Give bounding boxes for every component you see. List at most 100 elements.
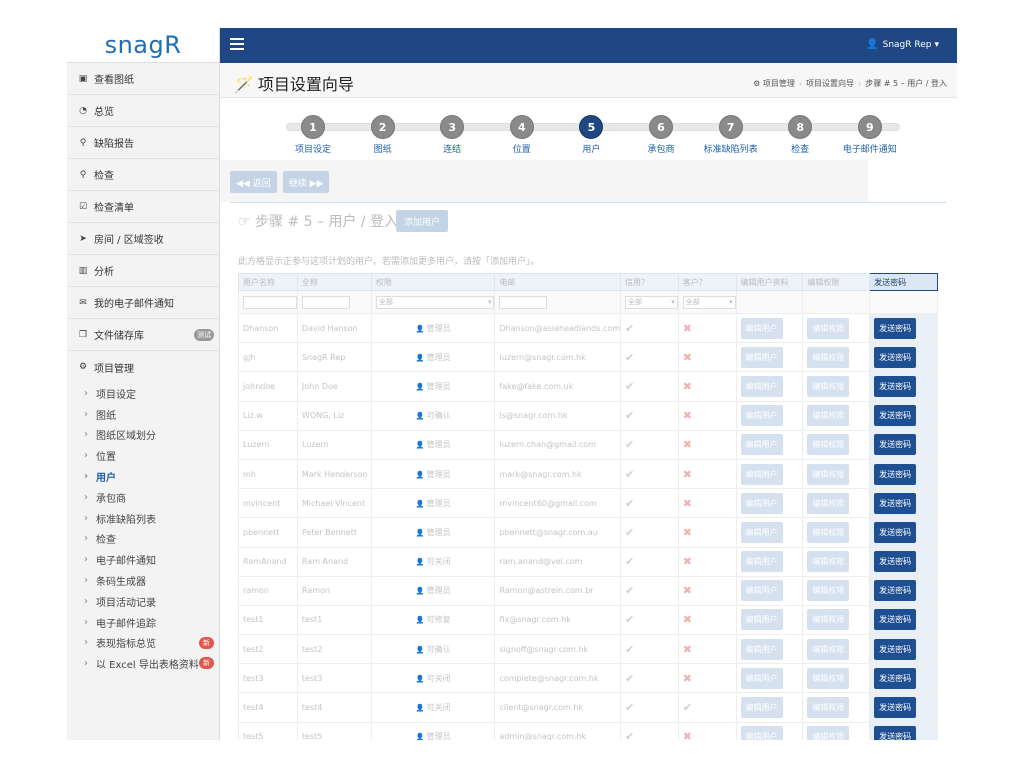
column-header[interactable]: 客户？ bbox=[677, 273, 737, 291]
edit-user-button[interactable]: 编辑用户 bbox=[740, 434, 783, 456]
edit-user-button[interactable]: 编辑用户 bbox=[740, 726, 783, 740]
sidebar-item[interactable]: ⚲ 检查 bbox=[67, 159, 219, 191]
edit-user-button[interactable]: 编辑用户 bbox=[740, 375, 783, 397]
wizard-step[interactable]: 3 连结 bbox=[412, 115, 492, 155]
wizard-step[interactable]: 6 承包商 bbox=[621, 115, 701, 155]
sidebar-subitem[interactable]: › 表现指标总览 新 bbox=[77, 633, 219, 654]
sidebar-item[interactable]: ◔ 总览 bbox=[67, 95, 219, 127]
edit-user-button[interactable]: 编辑用户 bbox=[740, 638, 783, 660]
sidebar-subitem[interactable]: › 条码生成器 bbox=[77, 570, 219, 591]
edit-user-button[interactable]: 编辑用户 bbox=[740, 346, 783, 368]
edit-user-button[interactable]: 编辑用户 bbox=[740, 405, 783, 427]
edit-permission-button[interactable]: 编辑权限 bbox=[807, 726, 850, 740]
send-password-button[interactable]: 发送密码 bbox=[874, 492, 917, 514]
column-header[interactable]: 编辑权限 bbox=[802, 273, 871, 291]
edit-user-button[interactable]: 编辑用户 bbox=[740, 521, 783, 543]
edit-permission-button[interactable]: 编辑权限 bbox=[807, 638, 850, 660]
send-password-button[interactable]: 发送密码 bbox=[874, 405, 917, 427]
edit-permission-button[interactable]: 编辑权限 bbox=[807, 697, 850, 719]
edit-permission-button[interactable]: 编辑权限 bbox=[807, 463, 850, 485]
send-password-button[interactable]: 发送密码 bbox=[874, 726, 917, 740]
sidebar-subitem[interactable]: › 图纸区域划分 bbox=[77, 425, 219, 446]
column-header[interactable]: 用户名称 bbox=[238, 273, 298, 291]
sidebar-subitem[interactable]: › 项目活动记录 bbox=[77, 591, 219, 612]
wizard-step[interactable]: 2 图纸 bbox=[343, 115, 423, 155]
edit-permission-button[interactable]: 编辑权限 bbox=[807, 580, 850, 602]
next-button[interactable]: 继续 ▶▶ bbox=[282, 171, 330, 193]
filter-role-select[interactable]: 全部 ▾ bbox=[375, 295, 494, 309]
column-header[interactable]: 权限 bbox=[370, 273, 496, 291]
sidebar-item[interactable]: ▥ 分析 bbox=[67, 255, 219, 287]
column-header[interactable]: 电邮 bbox=[494, 273, 622, 291]
edit-permission-button[interactable]: 编辑权限 bbox=[807, 434, 850, 456]
wizard-step[interactable]: 5 用户 bbox=[551, 115, 631, 155]
send-password-button[interactable]: 发送密码 bbox=[874, 667, 917, 689]
logo[interactable]: snagR bbox=[67, 28, 219, 63]
edit-permission-button[interactable]: 编辑权限 bbox=[807, 609, 850, 631]
sidebar-item[interactable]: ▣ 查看图纸 bbox=[67, 63, 219, 95]
send-password-button[interactable]: 发送密码 bbox=[874, 697, 917, 719]
edit-user-button[interactable]: 编辑用户 bbox=[740, 492, 783, 514]
filter-credit-select[interactable]: 全部 ▾ bbox=[625, 295, 678, 309]
sidebar-subitem[interactable]: › 用户 bbox=[77, 466, 219, 487]
edit-user-button[interactable]: 编辑用户 bbox=[740, 317, 783, 339]
sidebar-subitem[interactable]: › 电子邮件通知 bbox=[77, 549, 219, 570]
send-password-button[interactable]: 发送密码 bbox=[874, 346, 917, 368]
column-header[interactable]: 发送密码 bbox=[869, 273, 938, 291]
column-header[interactable]: 全称 bbox=[296, 273, 372, 291]
sidebar-item[interactable]: ⚲ 缺陷报告 bbox=[67, 127, 219, 159]
sidebar-subitem[interactable]: › 项目设定 bbox=[77, 383, 219, 404]
send-password-button[interactable]: 发送密码 bbox=[874, 638, 917, 660]
edit-permission-button[interactable]: 编辑权限 bbox=[807, 317, 850, 339]
sidebar-subitem[interactable]: › 位置 bbox=[77, 445, 219, 466]
send-password-button[interactable]: 发送密码 bbox=[874, 609, 917, 631]
filter-fullname-input[interactable] bbox=[301, 295, 350, 309]
edit-permission-button[interactable]: 编辑权限 bbox=[807, 667, 850, 689]
edit-user-button[interactable]: 编辑用户 bbox=[740, 551, 783, 573]
sidebar-item[interactable]: ✉ 我的电子邮件通知 bbox=[67, 287, 219, 319]
breadcrumb-item[interactable]: 项目管理 bbox=[763, 79, 795, 88]
add-user-button[interactable]: 添加用户 bbox=[396, 210, 449, 232]
sidebar-item[interactable]: ➤ 房间 / 区域签收 bbox=[67, 223, 219, 255]
send-password-button[interactable]: 发送密码 bbox=[874, 434, 917, 456]
sidebar-subitem[interactable]: › 图纸 bbox=[77, 404, 219, 425]
column-header[interactable]: 信用？ bbox=[620, 273, 679, 291]
edit-permission-button[interactable]: 编辑权限 bbox=[807, 346, 850, 368]
edit-user-button[interactable]: 编辑用户 bbox=[740, 667, 783, 689]
edit-permission-button[interactable]: 编辑权限 bbox=[807, 551, 850, 573]
edit-user-button[interactable]: 编辑用户 bbox=[740, 609, 783, 631]
sidebar-subitem[interactable]: › 检查 bbox=[77, 529, 219, 550]
send-password-button[interactable]: 发送密码 bbox=[874, 521, 917, 543]
edit-user-button[interactable]: 编辑用户 bbox=[740, 697, 783, 719]
wizard-step[interactable]: 4 位置 bbox=[482, 115, 562, 155]
edit-permission-button[interactable]: 编辑权限 bbox=[807, 405, 850, 427]
user-menu[interactable]: 👤 SnagR Rep ▾ bbox=[866, 39, 939, 50]
filter-email-input[interactable] bbox=[499, 295, 548, 309]
edit-permission-button[interactable]: 编辑权限 bbox=[807, 521, 850, 543]
filter-client-select[interactable]: 全部 ▾ bbox=[682, 295, 736, 309]
send-password-button[interactable]: 发送密码 bbox=[874, 551, 917, 573]
send-password-button[interactable]: 发送密码 bbox=[874, 580, 917, 602]
sidebar-item[interactable]: ❐ 文件储存库 测试 bbox=[67, 319, 219, 351]
wizard-step[interactable]: 1 项目设定 bbox=[273, 115, 353, 155]
hamburger-menu-icon[interactable] bbox=[230, 38, 244, 50]
send-password-button[interactable]: 发送密码 bbox=[874, 463, 917, 485]
back-button[interactable]: ◀◀ 返回 bbox=[230, 171, 277, 193]
wizard-step[interactable]: 7 标准缺陷列表 bbox=[691, 115, 771, 155]
sidebar-subitem[interactable]: › 以 Excel 导出表格资料新 bbox=[77, 653, 219, 674]
sidebar-subitem[interactable]: › 承包商 bbox=[77, 487, 219, 508]
filter-username-input[interactable] bbox=[243, 295, 297, 309]
wizard-step[interactable]: 8 检查 bbox=[760, 115, 840, 155]
project-management-header[interactable]: ⚙ 项目管理 bbox=[77, 351, 219, 383]
sidebar-subitem[interactable]: › 标准缺陷列表 bbox=[77, 508, 219, 529]
send-password-button[interactable]: 发送密码 bbox=[874, 317, 917, 339]
send-password-button[interactable]: 发送密码 bbox=[874, 375, 917, 397]
edit-user-button[interactable]: 编辑用户 bbox=[740, 463, 783, 485]
edit-permission-button[interactable]: 编辑权限 bbox=[807, 375, 850, 397]
sidebar-item[interactable]: ☑ 检查清单 bbox=[67, 191, 219, 223]
sidebar-subitem[interactable]: › 电子邮件追踪 bbox=[77, 612, 219, 633]
column-header[interactable]: 编辑用户资料 bbox=[735, 273, 804, 291]
edit-user-button[interactable]: 编辑用户 bbox=[740, 580, 783, 602]
wizard-step[interactable]: 9 电子邮件通知 bbox=[830, 115, 910, 155]
edit-permission-button[interactable]: 编辑权限 bbox=[807, 492, 850, 514]
